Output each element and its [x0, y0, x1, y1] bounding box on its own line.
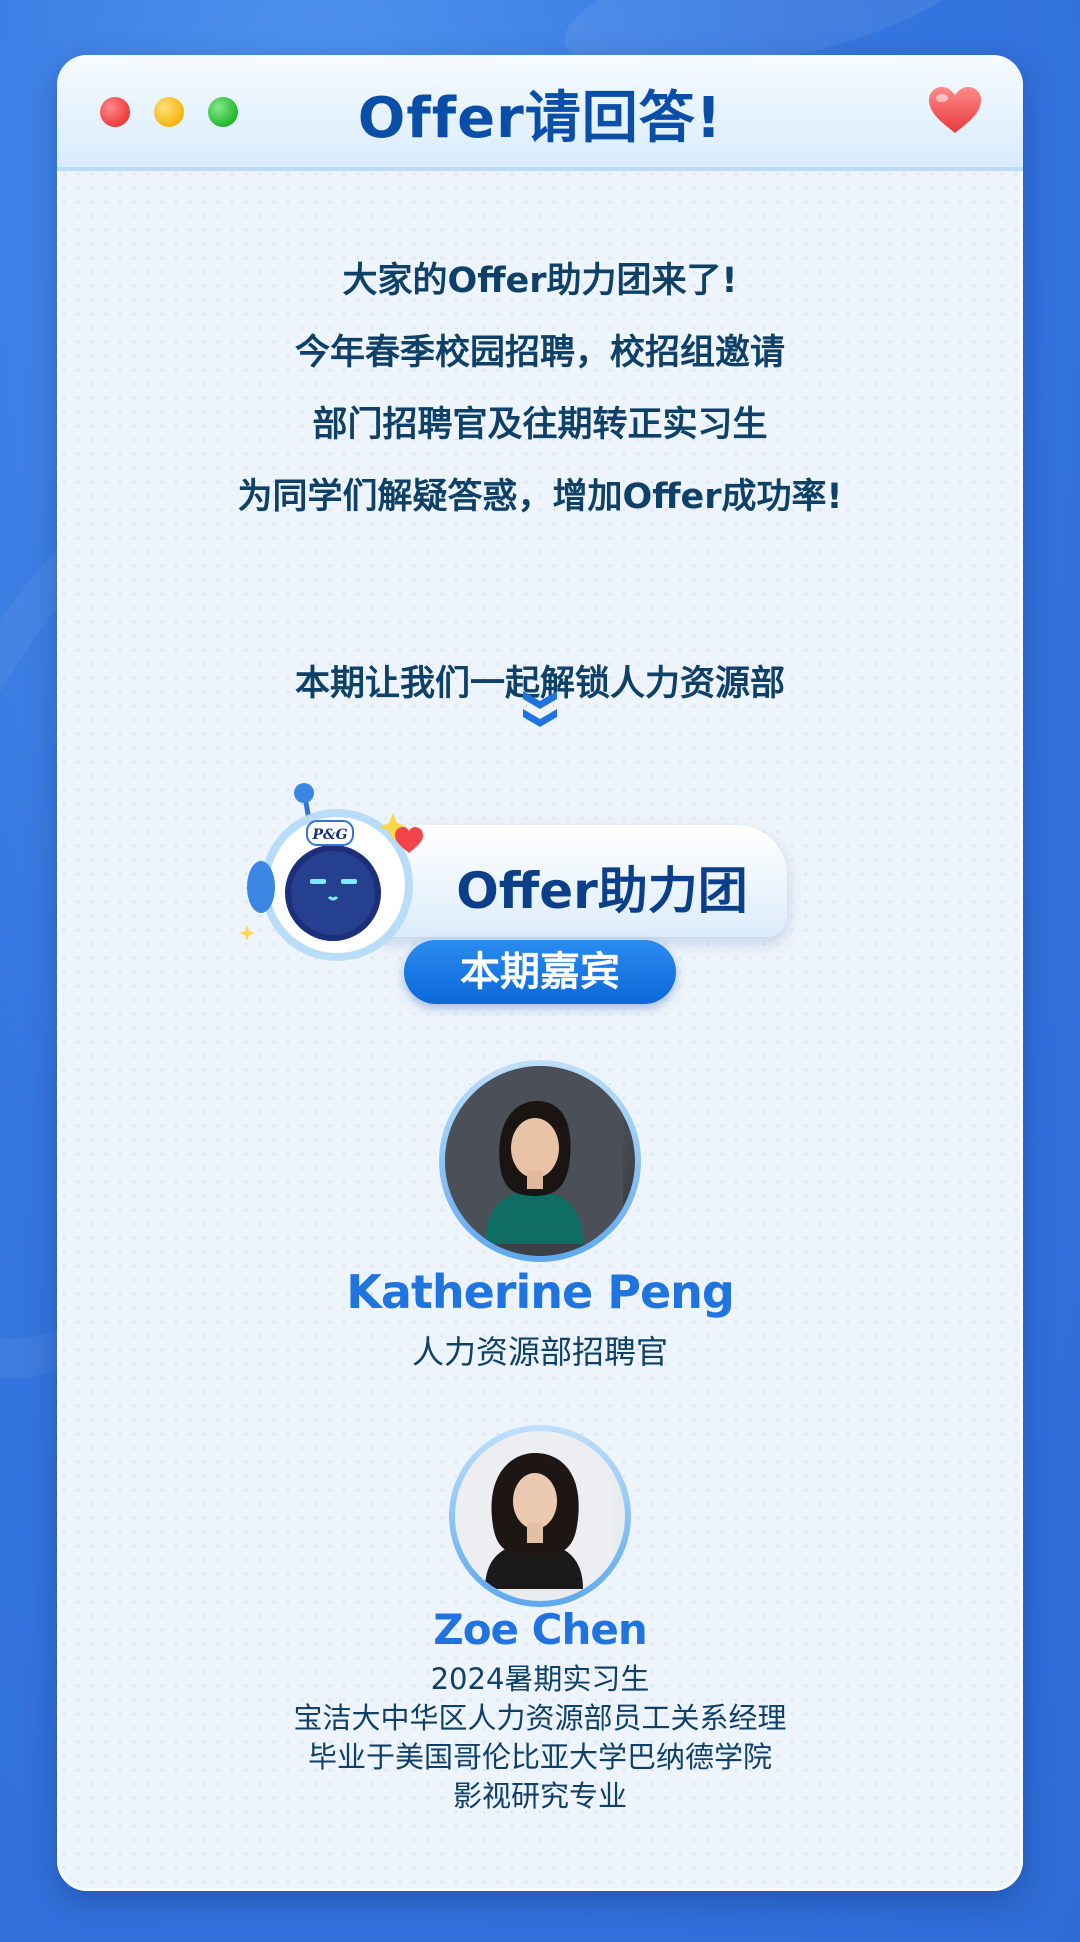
poster-window: Offer请回答! 大家的Offer助力团来了! 今年春季校园招聘，校招组邀请 …: [57, 55, 1023, 1891]
intro-line: 部门招聘官及往期转正实习生: [312, 405, 768, 445]
robot-mascot-icon: P&G: [239, 783, 423, 961]
window-titlebar: Offer请回答!: [57, 55, 1023, 171]
intro-text: 大家的Offer助力团来了! 今年春季校园招聘，校招组邀请 部门招聘官及往期转正…: [57, 245, 1023, 533]
intro-line: 今年春季校园招聘，校招组邀请: [294, 333, 785, 373]
guest-description: 2024暑期实习生 宝洁大中华区人力资源部员工关系经理 毕业于美国哥伦比亚大学巴…: [57, 1660, 1023, 1816]
double-chevron-down-icon: [523, 691, 557, 727]
offer-team-banner: Offer助力团 P&G: [237, 775, 797, 961]
guest-line: 2024暑期实习生: [430, 1662, 650, 1696]
heart-icon: [929, 87, 981, 133]
guest-line: 毕业于美国哥伦比亚大学巴纳德学院: [307, 1740, 772, 1774]
guest-photo: [455, 1431, 613, 1589]
robot-badge: P&G: [311, 827, 347, 843]
guest-name: Zoe Chen: [433, 1605, 648, 1654]
intro-line: 为同学们解疑答惑，增加Offer成功率!: [237, 477, 843, 517]
guest-line: 宝洁大中华区人力资源部员工关系经理: [293, 1701, 787, 1735]
avatar: [439, 1060, 641, 1262]
guest-name: Katherine Peng: [346, 1265, 735, 1319]
guest-role: 人力资源部招聘官: [411, 1333, 668, 1371]
intro-line: 大家的Offer助力团来了!: [342, 261, 738, 301]
guest-photo: [445, 1066, 623, 1244]
guest-line: 影视研究专业: [452, 1779, 627, 1813]
page-title: Offer请回答!: [357, 86, 723, 151]
guest-tag: 本期嘉宾: [404, 940, 676, 1004]
avatar: [449, 1425, 631, 1607]
